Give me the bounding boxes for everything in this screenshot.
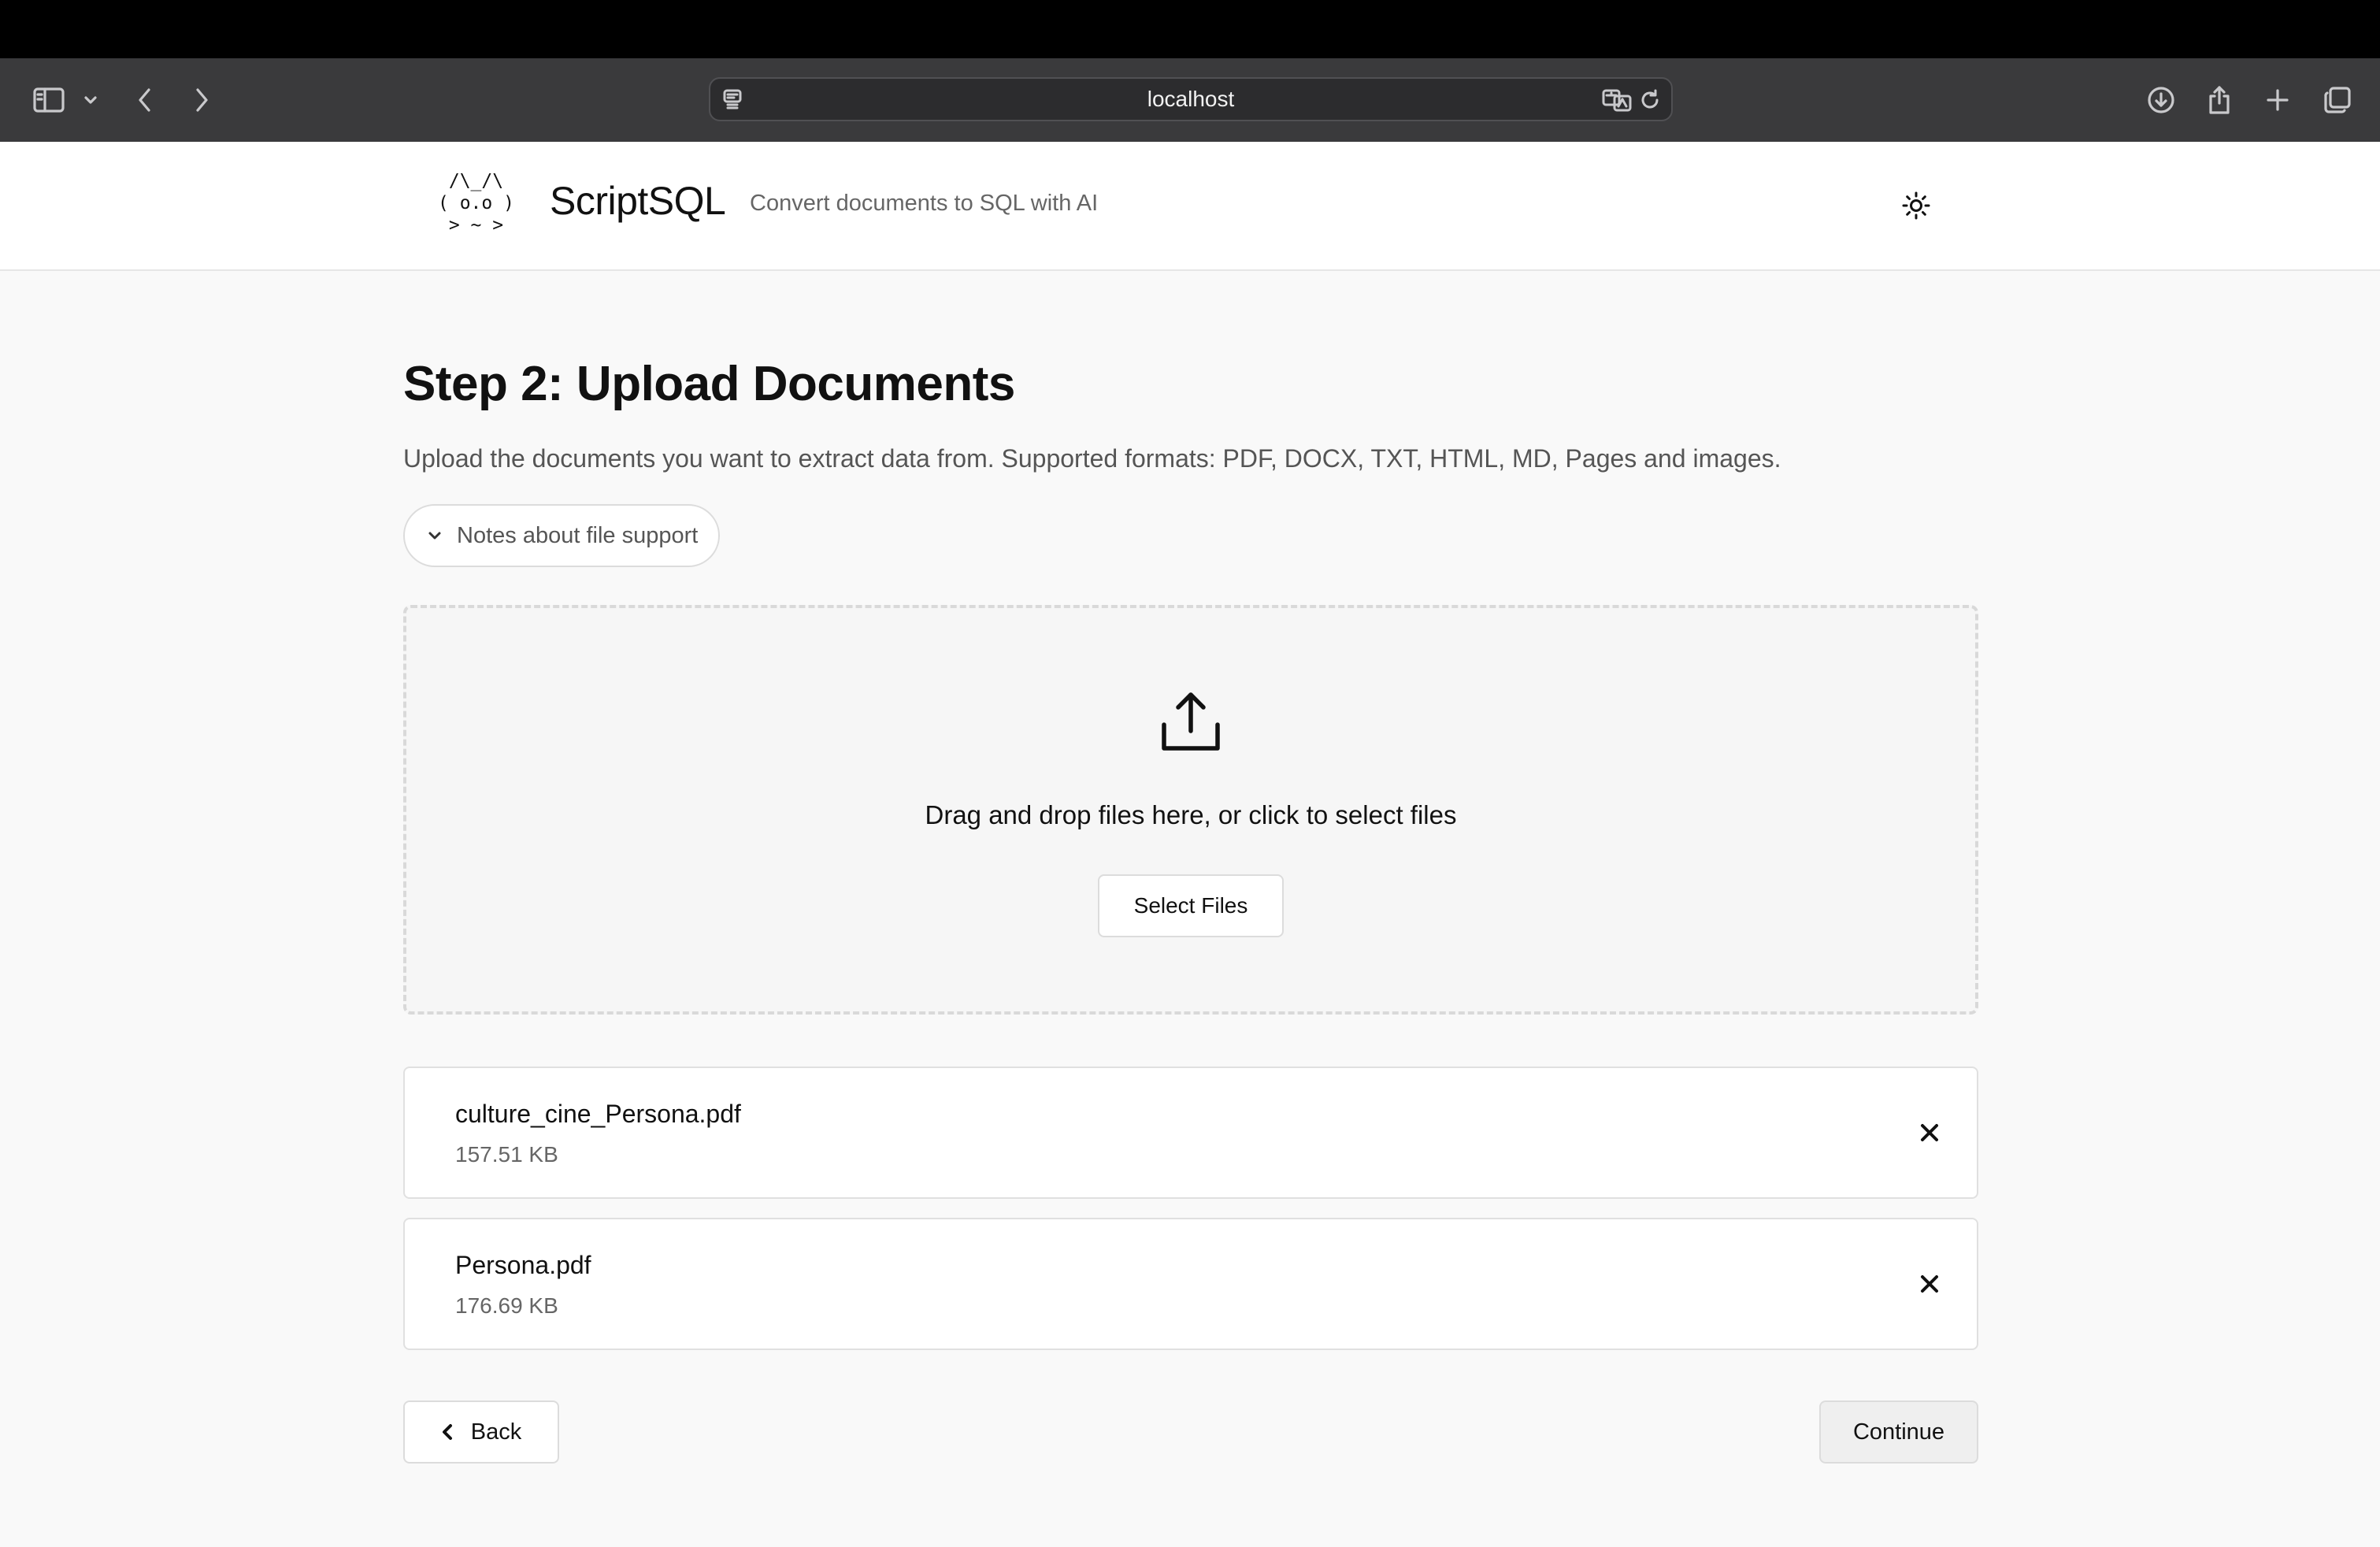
app-tagline: Convert documents to SQL with AI [750,191,1099,216]
page-menu-icon[interactable] [721,88,743,110]
dropzone-instructions: Drag and drop files here, or click to se… [925,800,1457,829]
file-name: Persona.pdf [455,1251,591,1279]
sidebar-icon[interactable] [28,74,69,126]
page-title: Step 2: Upload Documents [403,357,1015,411]
download-icon[interactable] [2144,74,2178,126]
continue-button[interactable]: Continue [1819,1400,1978,1464]
logo-line: /\_/\ [438,171,504,191]
file-name: culture_cine_Persona.pdf [455,1100,741,1128]
remove-file-button[interactable] [1909,1112,1950,1153]
sun-icon [1902,191,1930,220]
file-list-item: culture_cine_Persona.pdf 157.51 KB [403,1067,1978,1199]
chevron-down-icon[interactable] [80,74,101,126]
chevron-left-icon[interactable] [129,74,161,126]
reload-icon[interactable] [1638,88,1662,112]
theme-toggle-button[interactable] [1895,184,1937,227]
notes-toggle-label: Notes about file support [457,522,699,548]
chevron-left-icon [442,1424,452,1440]
app-header: /\_/\( o.o ) > ~ > ScriptSQL Convert doc… [0,142,2380,271]
address-bar[interactable]: localhost [709,77,1673,121]
remove-file-button[interactable] [1909,1263,1950,1304]
close-icon [1921,1124,1938,1141]
close-icon [1921,1275,1938,1293]
upload-icon [1159,690,1222,753]
back-button[interactable]: Back [403,1400,559,1464]
plus-icon[interactable] [2262,74,2293,126]
cat-logo: /\_/\( o.o ) > ~ > [438,170,525,236]
file-size: 176.69 KB [455,1293,558,1318]
system-menubar [0,0,2380,58]
translate-icon[interactable] [1602,88,1632,112]
select-files-button[interactable]: Select Files [1098,874,1284,937]
browser-toolbar: localhost [0,58,2380,142]
address-text: localhost [1147,87,1235,111]
app-name: ScriptSQL [550,179,726,223]
file-support-notes-toggle[interactable]: Notes about file support [403,504,721,567]
file-list-item: Persona.pdf 176.69 KB [403,1218,1978,1350]
chevron-right-icon[interactable] [186,74,217,126]
back-button-label: Back [470,1419,522,1445]
chevron-down-icon [428,532,441,540]
logo-line: > ~ > [438,215,504,236]
page-description: Upload the documents you want to extract… [403,444,1781,473]
tabs-icon[interactable] [2320,74,2355,126]
share-icon[interactable] [2204,74,2235,126]
logo-line: ( o.o ) [438,193,514,213]
file-size: 157.51 KB [455,1142,558,1167]
